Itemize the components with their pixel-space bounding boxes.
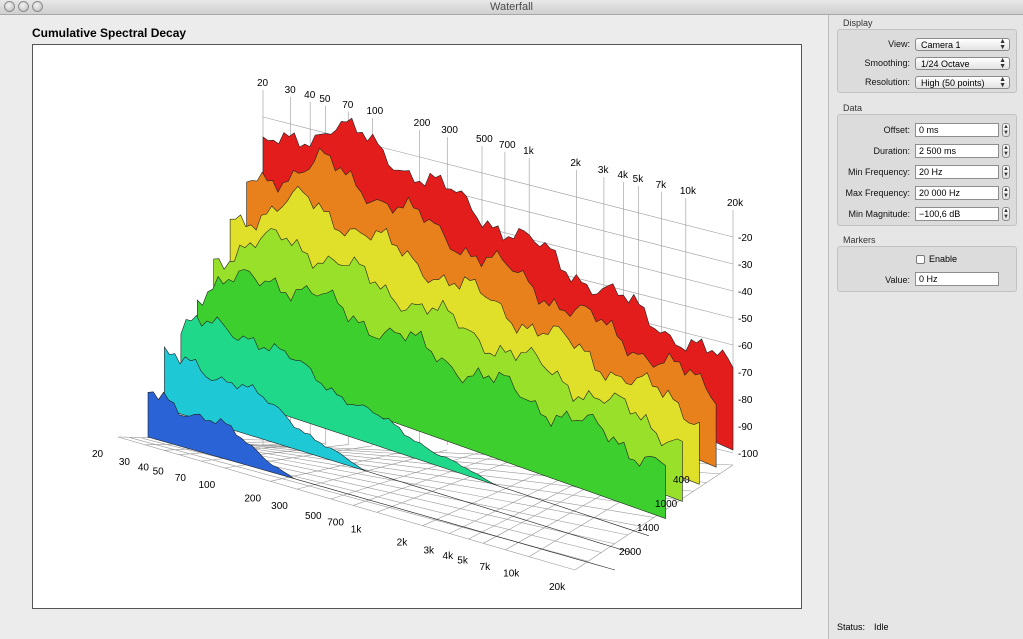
back-frequency-tick: 20 [257,78,269,89]
title-bar: Waterfall [0,0,1023,15]
back-frequency-tick: 40 [304,90,316,101]
front-frequency-tick: 500 [305,511,322,522]
smoothing-select[interactable]: 1/24 Octave ▲ ▼ [915,57,1010,70]
resolution-label: Resolution: [864,77,910,87]
display-group: View: Camera 1 ▲ ▼ Smoothing: 1/24 Octave… [837,29,1017,93]
front-frequency-tick: 20k [549,582,566,593]
front-frequency-tick: 5k [457,555,469,566]
view-label: View: [888,39,910,49]
magnitude-tick: -40 [738,287,753,298]
view-select[interactable]: Camera 1 ▲ ▼ [915,38,1010,51]
offset-stepper[interactable]: ▲ ▼ [1002,123,1010,137]
max-frequency-field[interactable]: 20 000 Hz [915,186,999,200]
status-value: Idle [874,622,889,632]
front-frequency-tick: 700 [327,517,344,528]
enable-markers-checkbox[interactable] [916,255,925,264]
duration-label: Duration: [873,146,910,156]
min-frequency-label: Min Frequency: [847,167,910,177]
settings-sidebar: Display View: Camera 1 ▲ ▼ Smoothing: 1/2… [828,15,1023,639]
magnitude-tick: -50 [738,314,753,325]
front-frequency-tick: 7k [480,562,492,573]
magnitude-tick: -20 [738,233,753,244]
min-frequency-field[interactable]: 20 Hz [915,165,999,179]
min-magnitude-stepper[interactable]: ▲ ▼ [1002,207,1010,221]
front-frequency-tick: 1k [351,524,363,535]
front-frequency-tick: 10k [503,569,520,580]
smoothing-select-value: 1/24 Octave [921,59,970,69]
select-arrows-icon: ▲ ▼ [999,76,1006,89]
back-frequency-tick: 700 [499,140,516,151]
back-frequency-tick: 2k [570,158,582,169]
time-tick: 1000 [655,499,678,510]
min-magnitude-field[interactable]: −100,6 dB [915,207,999,221]
offset-field[interactable]: 0 ms [915,123,999,137]
resolution-select-value: High (50 points) [921,78,985,88]
time-tick: 400 [673,475,690,486]
back-frequency-tick: 1k [523,146,535,157]
front-frequency-tick: 50 [153,467,165,478]
back-frequency-tick: 300 [441,125,458,136]
magnitude-tick: -30 [738,260,753,271]
min-frequency-stepper[interactable]: ▲ ▼ [1002,165,1010,179]
duration-stepper[interactable]: ▲ ▼ [1002,144,1010,158]
view-select-value: Camera 1 [921,40,961,50]
enable-markers-label: Enable [929,254,958,264]
markers-group: Enable Value: 0 Hz [837,246,1017,292]
marker-value-label: Value: [885,275,910,285]
markers-group-label: Markers [843,235,876,245]
front-frequency-tick: 2k [397,538,409,549]
magnitude-tick: -60 [738,341,753,352]
front-frequency-tick: 300 [271,501,288,512]
front-frequency-tick: 100 [198,480,215,491]
front-frequency-tick: 3k [423,545,435,556]
time-tick: 2000 [619,547,642,558]
display-group-label: Display [843,18,873,28]
offset-label: Offset: [883,125,910,135]
front-frequency-tick: 70 [175,473,187,484]
magnitude-tick: -100 [738,449,758,460]
select-arrows-icon: ▲ ▼ [999,38,1006,51]
magnitude-tick: -70 [738,368,753,379]
back-frequency-tick: 100 [367,106,384,117]
back-frequency-tick: 20k [727,198,744,209]
magnitude-tick: -80 [738,395,753,406]
magnitude-tick: -90 [738,422,753,433]
back-frequency-tick: 7k [656,180,668,191]
window-title: Waterfall [490,1,533,13]
grid-line [330,451,483,500]
front-frequency-tick: 20 [92,449,104,460]
back-frequency-tick: 3k [598,165,610,176]
front-frequency-tick: 30 [119,457,131,468]
smoothing-label: Smoothing: [864,58,910,68]
front-frequency-tick: 4k [443,551,455,562]
plot-title: Cumulative Spectral Decay [32,26,187,40]
data-group-label: Data [843,103,863,113]
back-frequency-tick: 5k [633,174,645,185]
back-frequency-tick: 500 [476,134,493,145]
waterfall-plot[interactable]: 20 20 30 30 40 40 50 50 70 70 100 100 200 200 300 300 50… [32,44,802,609]
back-frequency-tick: 30 [285,85,297,96]
select-arrows-icon: ▲ ▼ [999,57,1006,70]
front-frequency-tick: 40 [138,462,150,473]
waterfall-chart[interactable]: 2020303040405050707010010020020030030050… [33,45,801,608]
resolution-select[interactable]: High (50 points) ▲ ▼ [915,76,1010,89]
back-frequency-tick: 70 [342,100,354,111]
back-frequency-tick: 10k [680,186,697,197]
status-label: Status: [837,622,866,632]
plot-area: Cumulative Spectral Decay 20 20 30 30 40 40 50… [0,15,827,639]
back-frequency-tick: 50 [319,94,331,105]
time-tick: 1400 [637,523,660,534]
back-frequency-tick: 4k [617,170,629,181]
back-frequency-tick: 200 [414,118,431,129]
front-frequency-tick: 200 [244,493,261,504]
data-group: Offset: 0 ms ▲ ▼ Duration: 2 500 ms ▲ ▼ Mi… [837,114,1017,226]
max-frequency-label: Max Frequency: [845,188,910,198]
duration-field[interactable]: 2 500 ms [915,144,999,158]
min-magnitude-label: Min Magnitude: [848,209,910,219]
marker-value-field[interactable]: 0 Hz [915,272,999,286]
max-frequency-stepper[interactable]: ▲ ▼ [1002,186,1010,200]
